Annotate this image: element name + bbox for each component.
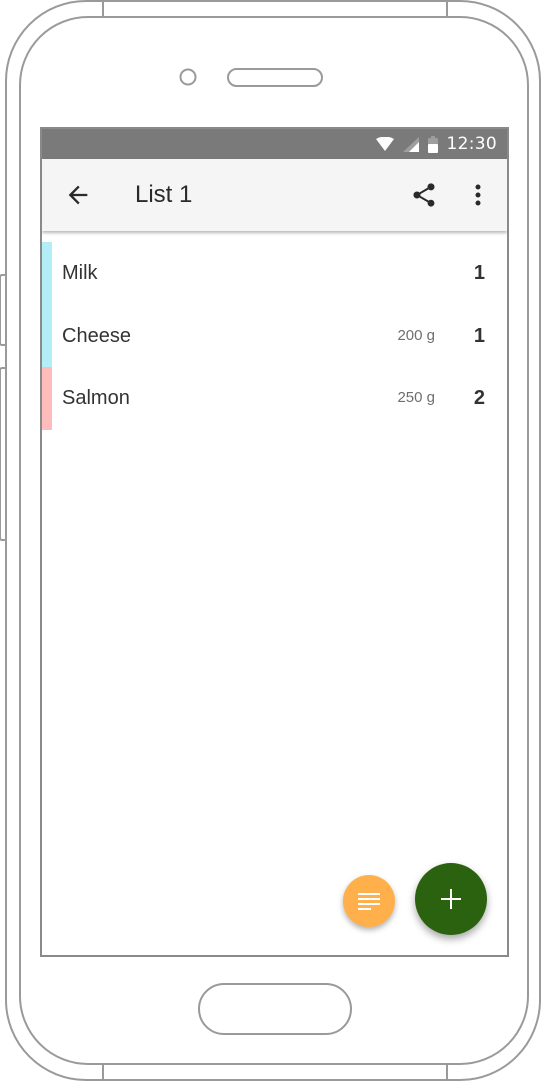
list-item-salmon[interactable]: Salmon 250 g 2 (42, 367, 507, 430)
notes-icon (358, 893, 380, 910)
notes-fab-button[interactable] (343, 875, 395, 927)
add-item-fab-button[interactable] (415, 863, 487, 935)
share-icon (413, 183, 435, 207)
back-button[interactable] (64, 181, 92, 209)
item-amount: 250 g (397, 389, 435, 406)
arrow-back-icon (68, 185, 88, 205)
shopping-list: Milk 1 Cheese 200 g 1 Salmon 250 g 2 (42, 242, 507, 430)
more-options-button[interactable] (467, 181, 489, 209)
category-color-stripe (42, 367, 52, 430)
item-amount: 200 g (397, 326, 435, 344)
page-title: List 1 (135, 181, 193, 208)
item-quantity: 1 (473, 262, 485, 284)
cellular-signal-icon (402, 136, 419, 152)
item-name: Salmon (62, 387, 130, 409)
item-quantity: 2 (473, 387, 485, 409)
home-button[interactable] (199, 984, 351, 1034)
add-icon (441, 889, 461, 909)
item-quantity: 1 (473, 324, 485, 347)
app-bar: List 1 (42, 159, 507, 231)
more-vert-icon (475, 184, 481, 206)
share-button[interactable] (410, 181, 438, 209)
battery-icon (427, 135, 438, 153)
status-time: 12:30 (446, 134, 497, 154)
item-name: Milk (62, 262, 98, 284)
camera-icon (180, 69, 196, 85)
status-icons: 12:30 (375, 129, 498, 159)
item-name: Cheese (62, 324, 131, 347)
wifi-icon (375, 137, 394, 151)
list-item-cheese[interactable]: Cheese 200 g 1 (42, 304, 507, 367)
category-color-stripe (42, 242, 52, 305)
status-bar: 12:30 (42, 129, 507, 159)
category-color-stripe (42, 304, 52, 367)
list-item-milk[interactable]: Milk 1 (42, 242, 507, 305)
phone-screen: 12:30 List 1 Milk 1 Cheese 200 g 1 Salmo… (40, 127, 509, 957)
